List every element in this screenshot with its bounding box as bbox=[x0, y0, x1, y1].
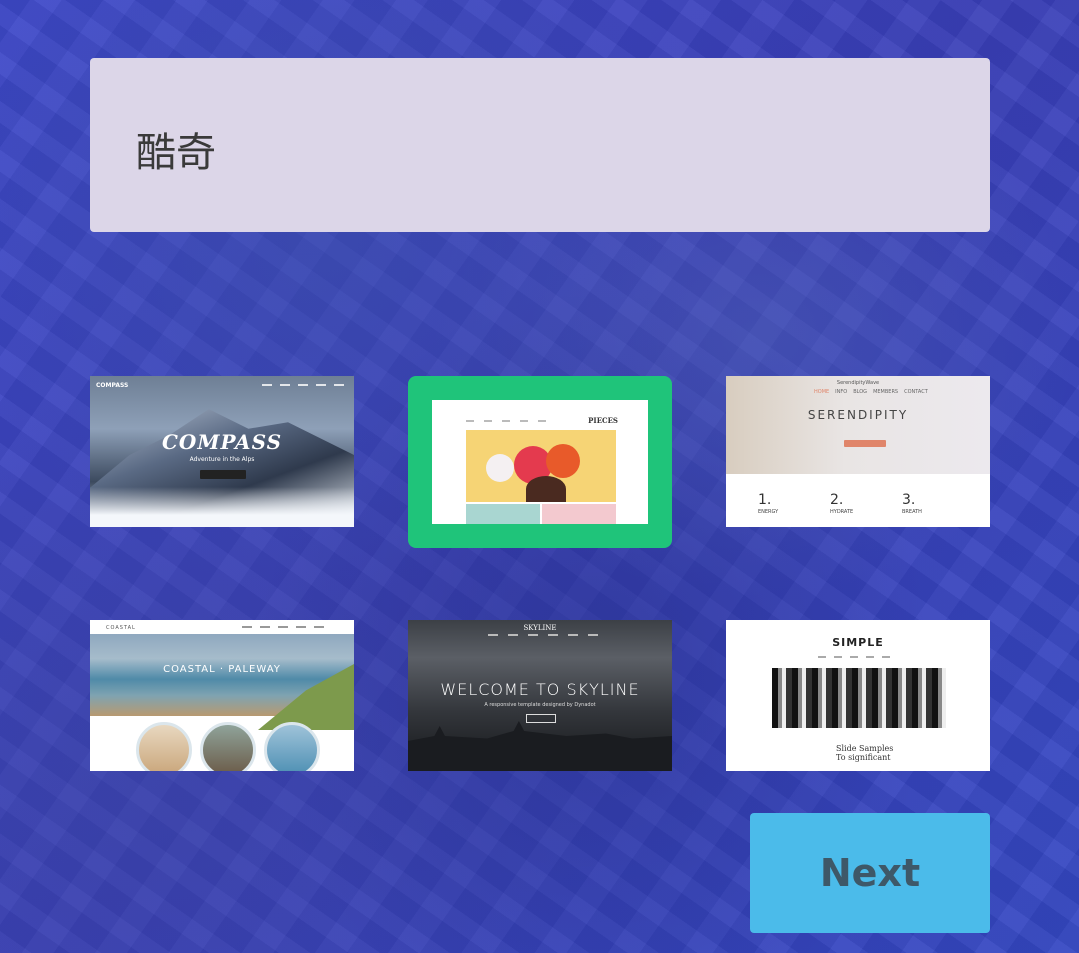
city-skyline-image bbox=[408, 721, 672, 771]
skyline-title: WELCOME TO SKYLINE bbox=[440, 680, 640, 699]
coastal-circle-image bbox=[136, 722, 192, 771]
next-button[interactable]: Next bbox=[750, 813, 990, 933]
pieces-nav bbox=[466, 420, 546, 422]
coastal-nav bbox=[242, 626, 324, 628]
coastal-title: COASTAL · PALEWAY bbox=[163, 664, 281, 675]
site-name-text: 酷奇 bbox=[136, 130, 216, 176]
simple-title: SIMPLE bbox=[832, 636, 884, 649]
template-coastal[interactable]: COASTAL COASTAL · PALEWAY bbox=[90, 620, 354, 771]
pieces-block-pink bbox=[542, 504, 616, 524]
coastal-circle-image bbox=[264, 722, 320, 771]
simple-thumbnail: SIMPLE Slide Samples To significant bbox=[726, 620, 990, 771]
beach-image bbox=[90, 634, 354, 730]
serendipity-brand: SerendipityWave bbox=[836, 380, 880, 386]
serendipity-thumbnail: SerendipityWave HOME INFO BLOG MEMBERS C… bbox=[726, 376, 990, 527]
simple-nav bbox=[818, 656, 890, 658]
skyline-thumbnail: SKYLINE WELCOME TO SKYLINE A responsive … bbox=[408, 620, 672, 771]
pieces-logo: PIECES bbox=[588, 416, 618, 425]
coastal-thumbnail: COASTAL COASTAL · PALEWAY bbox=[90, 620, 354, 771]
skyline-nav bbox=[488, 634, 598, 636]
coastal-circle-image bbox=[200, 722, 256, 771]
feature-breath: 3. BREATH bbox=[902, 492, 922, 515]
flower-image bbox=[466, 430, 616, 502]
compass-subtitle: Adventure in the Alps bbox=[189, 456, 255, 463]
skyline-cta-button bbox=[526, 714, 556, 723]
pieces-thumbnail: PIECES bbox=[432, 400, 648, 524]
template-simple[interactable]: SIMPLE Slide Samples To significant bbox=[726, 620, 990, 771]
template-compass[interactable]: COMPASS COMPASS Adventure in the Alps bbox=[90, 376, 354, 527]
snow-overlay bbox=[90, 487, 354, 527]
building-image bbox=[772, 668, 946, 728]
serendipity-title: SERENDIPITY bbox=[807, 408, 909, 422]
compass-nav bbox=[262, 384, 344, 386]
serendipity-cta-button bbox=[844, 440, 886, 447]
serendipity-subtitle-line bbox=[726, 426, 990, 431]
feature-energy: 1. ENERGY bbox=[758, 492, 779, 515]
compass-logo: COMPASS bbox=[96, 382, 129, 389]
template-serendipity[interactable]: SerendipityWave HOME INFO BLOG MEMBERS C… bbox=[726, 376, 990, 527]
template-pieces[interactable]: PIECES bbox=[408, 376, 672, 548]
feature-hydrate: 2. HYDRATE bbox=[830, 492, 854, 515]
template-skyline[interactable]: SKYLINE WELCOME TO SKYLINE A responsive … bbox=[408, 620, 672, 771]
serendipity-nav: HOME INFO BLOG MEMBERS CONTACT bbox=[814, 389, 928, 395]
compass-cta-button bbox=[200, 470, 246, 479]
compass-thumbnail: COMPASS COMPASS Adventure in the Alps bbox=[90, 376, 354, 527]
coastal-logo: COASTAL bbox=[106, 625, 136, 631]
pieces-block-teal bbox=[466, 504, 540, 524]
simple-text: Slide Samples To significant bbox=[836, 744, 894, 762]
site-name-field[interactable]: 酷奇 bbox=[90, 58, 990, 232]
compass-title: COMPASS bbox=[161, 430, 283, 454]
skyline-subtitle: A responsive template designed by Dynado… bbox=[484, 702, 596, 708]
skyline-logo: SKYLINE bbox=[523, 624, 557, 632]
